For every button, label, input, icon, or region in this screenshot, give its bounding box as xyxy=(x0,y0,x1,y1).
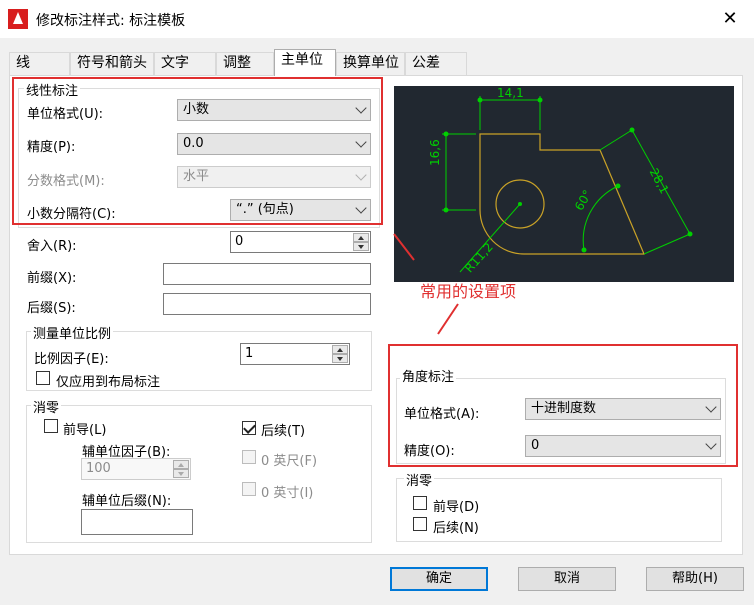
tab-primary-units[interactable]: 主单位 xyxy=(274,49,336,76)
leading-zero-checkbox[interactable] xyxy=(44,419,58,433)
sub-unit-factor-value: 100 xyxy=(86,461,111,476)
scale-factor-value: 1 xyxy=(245,346,254,361)
close-button[interactable]: ✕ xyxy=(718,8,742,30)
scale-factor-label: 比例因子(E): xyxy=(34,352,109,367)
prefix-label: 前缀(X): xyxy=(27,271,77,286)
sub-unit-suffix-input[interactable] xyxy=(81,509,193,535)
suffix-input[interactable] xyxy=(163,293,371,315)
tab-tolerances[interactable]: 公差 xyxy=(405,52,467,75)
spin-down-icon[interactable] xyxy=(353,242,369,251)
cancel-button[interactable]: 取消 xyxy=(518,567,616,591)
leading-zero-label: 前导(L) xyxy=(63,423,107,438)
help-button[interactable]: 帮助(H) xyxy=(646,567,744,591)
zero-suppression-angular-title: 消零 xyxy=(404,470,435,489)
sub-unit-factor-input[interactable]: 100 xyxy=(81,458,191,480)
annotation-text: 常用的设置项 xyxy=(420,282,517,301)
highlight-box-angular xyxy=(388,344,738,467)
zero-suppression-linear-title: 消零 xyxy=(31,397,62,416)
tab-fit[interactable]: 调整 xyxy=(216,52,274,75)
angular-trailing-zero-checkbox[interactable] xyxy=(413,517,427,531)
trailing-zero-label: 后续(T) xyxy=(261,424,306,439)
layout-only-checkbox[interactable] xyxy=(36,371,50,385)
angular-leading-zero-checkbox[interactable] xyxy=(413,496,427,510)
tab-lines[interactable]: 线 xyxy=(9,52,70,75)
spin-down-icon[interactable] xyxy=(173,469,189,478)
autocad-app-icon xyxy=(8,9,28,29)
trailing-zero-checkbox[interactable] xyxy=(242,421,256,435)
spin-up-icon[interactable] xyxy=(353,233,369,242)
inches-label: 0 英寸(I) xyxy=(261,486,314,501)
round-off-label: 舍入(R): xyxy=(27,239,77,254)
dim-left-label: 16,6 xyxy=(428,139,442,166)
tab-symbols-arrows[interactable]: 符号和箭头 xyxy=(70,52,154,75)
angular-leading-zero-label: 前导(D) xyxy=(433,500,480,515)
round-off-input[interactable]: 0 xyxy=(230,231,371,253)
spin-up-icon[interactable] xyxy=(332,345,348,354)
prefix-input[interactable] xyxy=(163,263,371,285)
inches-checkbox[interactable] xyxy=(242,482,256,496)
feet-checkbox[interactable] xyxy=(242,450,256,464)
ok-button[interactable]: 确定 xyxy=(390,567,488,591)
dim-top-label: 14,1 xyxy=(497,86,524,100)
layout-only-label: 仅应用到布局标注 xyxy=(56,375,161,390)
measurement-scale-title: 测量单位比例 xyxy=(31,323,114,342)
highlight-box-linear xyxy=(12,77,383,225)
tab-alternate-units[interactable]: 换算单位 xyxy=(336,52,405,75)
spin-down-icon[interactable] xyxy=(332,354,348,363)
tab-text[interactable]: 文字 xyxy=(154,52,216,75)
suffix-label: 后缀(S): xyxy=(27,301,76,316)
feet-label: 0 英尺(F) xyxy=(261,454,318,469)
sub-unit-suffix-label: 辅单位后缀(N): xyxy=(82,494,172,509)
round-off-value: 0 xyxy=(235,234,244,249)
window-title: 修改标注样式: 标注模板 xyxy=(36,13,186,29)
angular-trailing-zero-label: 后续(N) xyxy=(433,521,479,536)
spin-up-icon[interactable] xyxy=(173,460,189,469)
scale-factor-input[interactable]: 1 xyxy=(240,343,350,365)
